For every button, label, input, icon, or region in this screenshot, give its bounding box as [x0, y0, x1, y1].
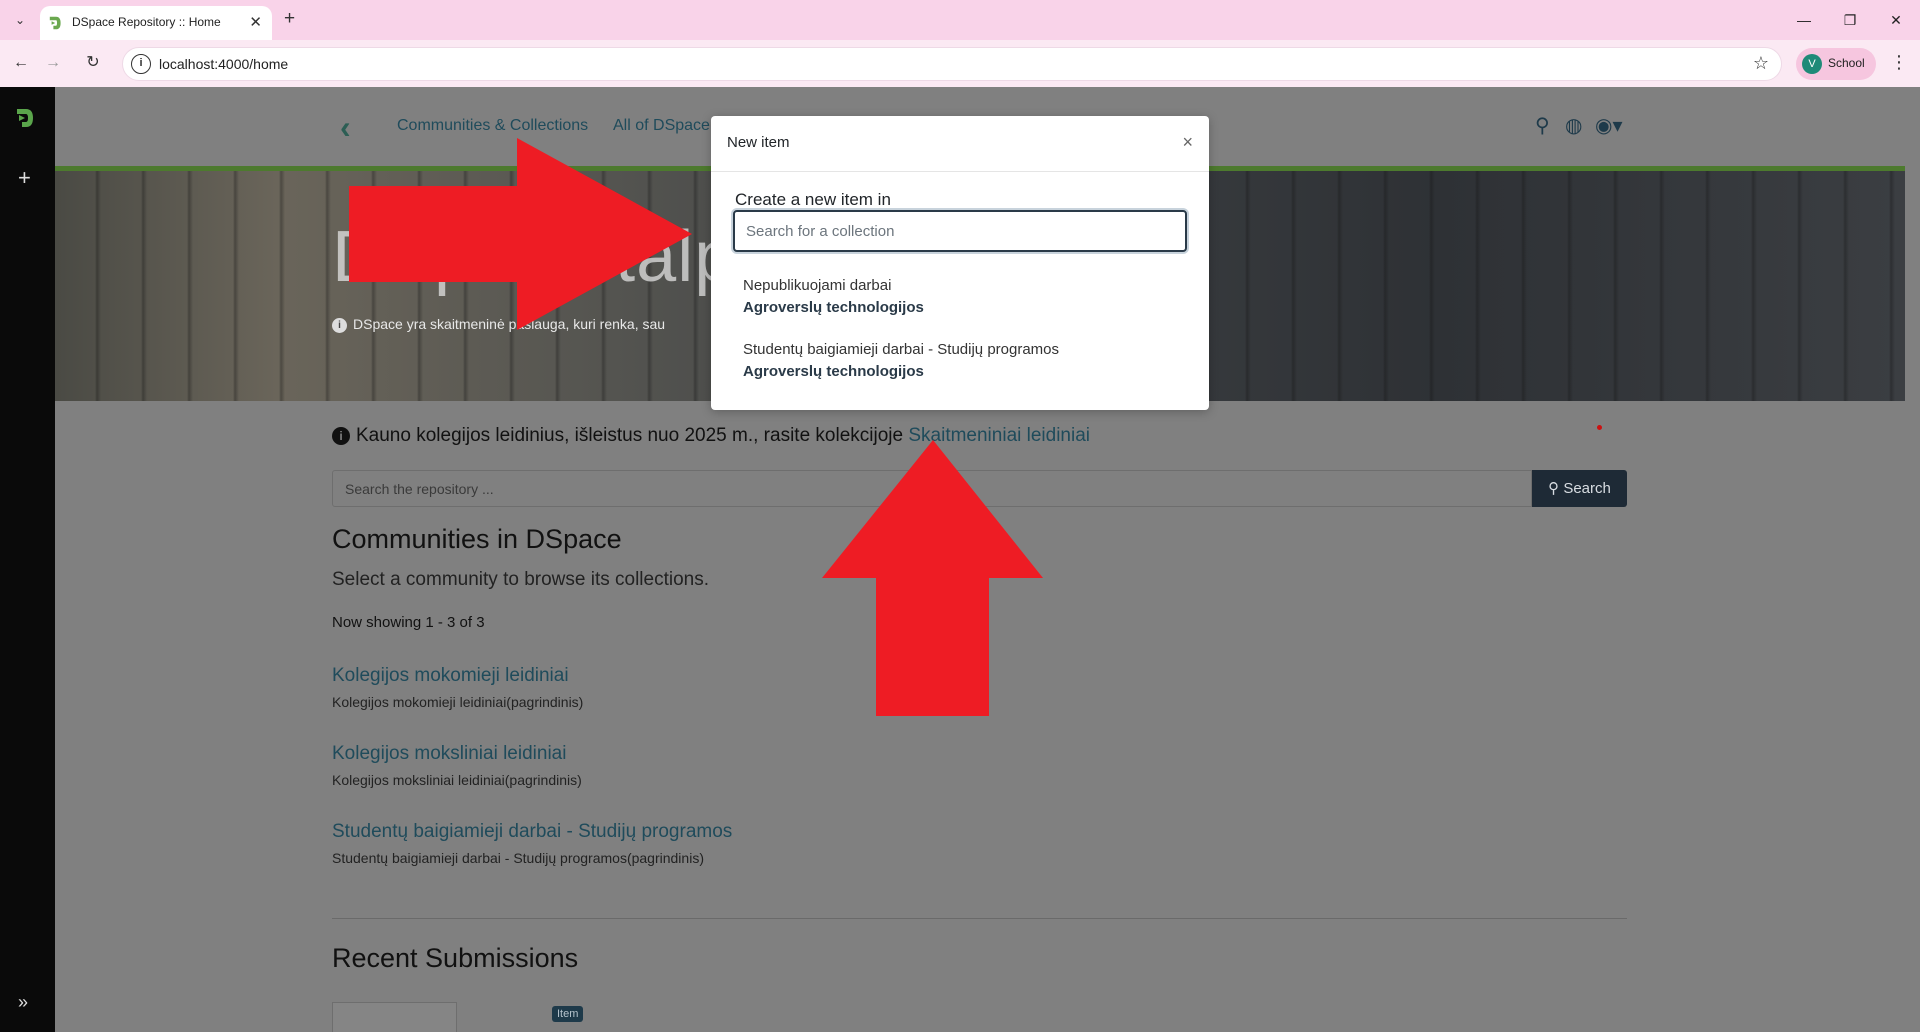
community-description: Kolegijos moksliniai leidiniai(pagrindin…	[332, 772, 582, 788]
recent-submissions-heading: Recent Submissions	[332, 943, 579, 973]
back-icon[interactable]: ←	[10, 52, 32, 74]
site-logo[interactable]: ‹	[340, 109, 351, 146]
collection-parent: Agroverslų technologijos	[743, 299, 924, 316]
repository-search-input[interactable]: Search the repository ...	[332, 470, 1532, 507]
community-description: Studentų baigiamieji darbai - Studijų pr…	[332, 850, 704, 866]
admin-sidebar: + »	[0, 87, 55, 1032]
sidebar-new-icon[interactable]: +	[18, 165, 31, 191]
browser-tab-bar: ⌄ DSpace Repository :: Home ✕ + — ❐ ✕	[0, 0, 1920, 40]
community-link[interactable]: Kolegijos moksliniai leidiniai	[332, 743, 566, 765]
window-close-icon[interactable]: ✕	[1876, 8, 1916, 32]
nav-communities-collections[interactable]: Communities & Collections	[397, 117, 588, 135]
banner-title: DSpace talp	[332, 217, 736, 297]
restore-icon[interactable]: ❐	[1830, 8, 1870, 32]
info-icon: i	[332, 427, 350, 445]
banner-info-icon: i	[332, 318, 347, 333]
collection-parent: Agroverslų technologijos	[743, 363, 924, 380]
community-link[interactable]: Kolegijos mokomieji leidiniai	[332, 665, 569, 687]
dspace-logo-icon[interactable]	[14, 105, 40, 131]
header-search-icon[interactable]: ⚲	[1535, 113, 1550, 138]
collection-name: Nepublikuojami darbai	[743, 277, 892, 294]
item-thumbnail[interactable]	[332, 1002, 457, 1032]
profile-button[interactable]: V School	[1796, 48, 1876, 80]
minimize-icon[interactable]: —	[1784, 8, 1824, 32]
collection-option[interactable]: Nepublikuojami darbai Agroverslų technol…	[743, 277, 1183, 316]
community-link[interactable]: Studentų baigiamieji darbai - Studijų pr…	[332, 821, 732, 843]
tab-title: DSpace Repository :: Home	[72, 15, 221, 29]
bookmark-star-icon[interactable]: ☆	[1753, 53, 1769, 74]
sidebar-expand-icon[interactable]: »	[18, 992, 28, 1013]
community-description: Kolegijos mokomieji leidiniai(pagrindini…	[332, 694, 584, 710]
banner-subtitle: i DSpace yra skaitmeninė paslauga, kuri r…	[332, 316, 665, 333]
showing-count: Now showing 1 - 3 of 3	[332, 614, 485, 631]
section-divider	[332, 918, 1627, 919]
forward-icon[interactable]: →	[42, 52, 64, 74]
nav-all-of-dspace[interactable]: All of DSpace	[613, 117, 710, 135]
communities-subheading: Select a community to browse its collect…	[332, 569, 709, 590]
browser-toolbar: ← → ↻ i localhost:4000/home ☆ V School ⋮	[0, 40, 1920, 87]
collection-search-input[interactable]: Search for a collection	[733, 210, 1187, 252]
address-url[interactable]: localhost:4000/home	[159, 56, 288, 72]
notice-text: i Kauno kolegijos leidinius, išleistus nu…	[332, 425, 1090, 447]
profile-name: School	[1828, 56, 1865, 70]
collection-option[interactable]: Studentų baigiamieji darbai - Studijų pr…	[743, 341, 1183, 380]
tab-search-menu-icon[interactable]: ⌄	[10, 10, 30, 30]
browser-tab[interactable]: DSpace Repository :: Home ✕	[40, 6, 272, 40]
language-globe-icon[interactable]: ◍	[1565, 113, 1582, 138]
site-info-icon[interactable]: i	[131, 54, 151, 74]
new-item-modal: New item × Create a new item in Search f…	[711, 116, 1209, 410]
modal-label: Create a new item in	[735, 190, 891, 209]
modal-close-icon[interactable]: ×	[1182, 132, 1193, 153]
modal-header: New item ×	[711, 116, 1209, 172]
notice-link[interactable]: Skaitmeniniai leidiniai	[908, 425, 1090, 446]
communities-heading: Communities in DSpace	[332, 524, 622, 554]
item-type-badge: Item	[552, 1006, 584, 1022]
new-tab-icon[interactable]: +	[284, 8, 295, 30]
address-bar[interactable]: i localhost:4000/home ☆	[122, 47, 1782, 81]
search-button[interactable]: ⚲ Search	[1532, 470, 1627, 507]
tab-close-icon[interactable]: ✕	[249, 13, 262, 31]
profile-avatar: V	[1802, 54, 1822, 74]
reload-icon[interactable]: ↻	[82, 52, 104, 74]
dspace-favicon-icon	[49, 16, 61, 30]
user-menu-icon[interactable]: ◉▾	[1595, 113, 1623, 138]
collection-name: Studentų baigiamieji darbai - Studijų pr…	[743, 341, 1060, 358]
modal-title: New item	[727, 134, 790, 151]
browser-menu-icon[interactable]: ⋮	[1890, 52, 1908, 73]
red-dot	[1597, 425, 1602, 430]
